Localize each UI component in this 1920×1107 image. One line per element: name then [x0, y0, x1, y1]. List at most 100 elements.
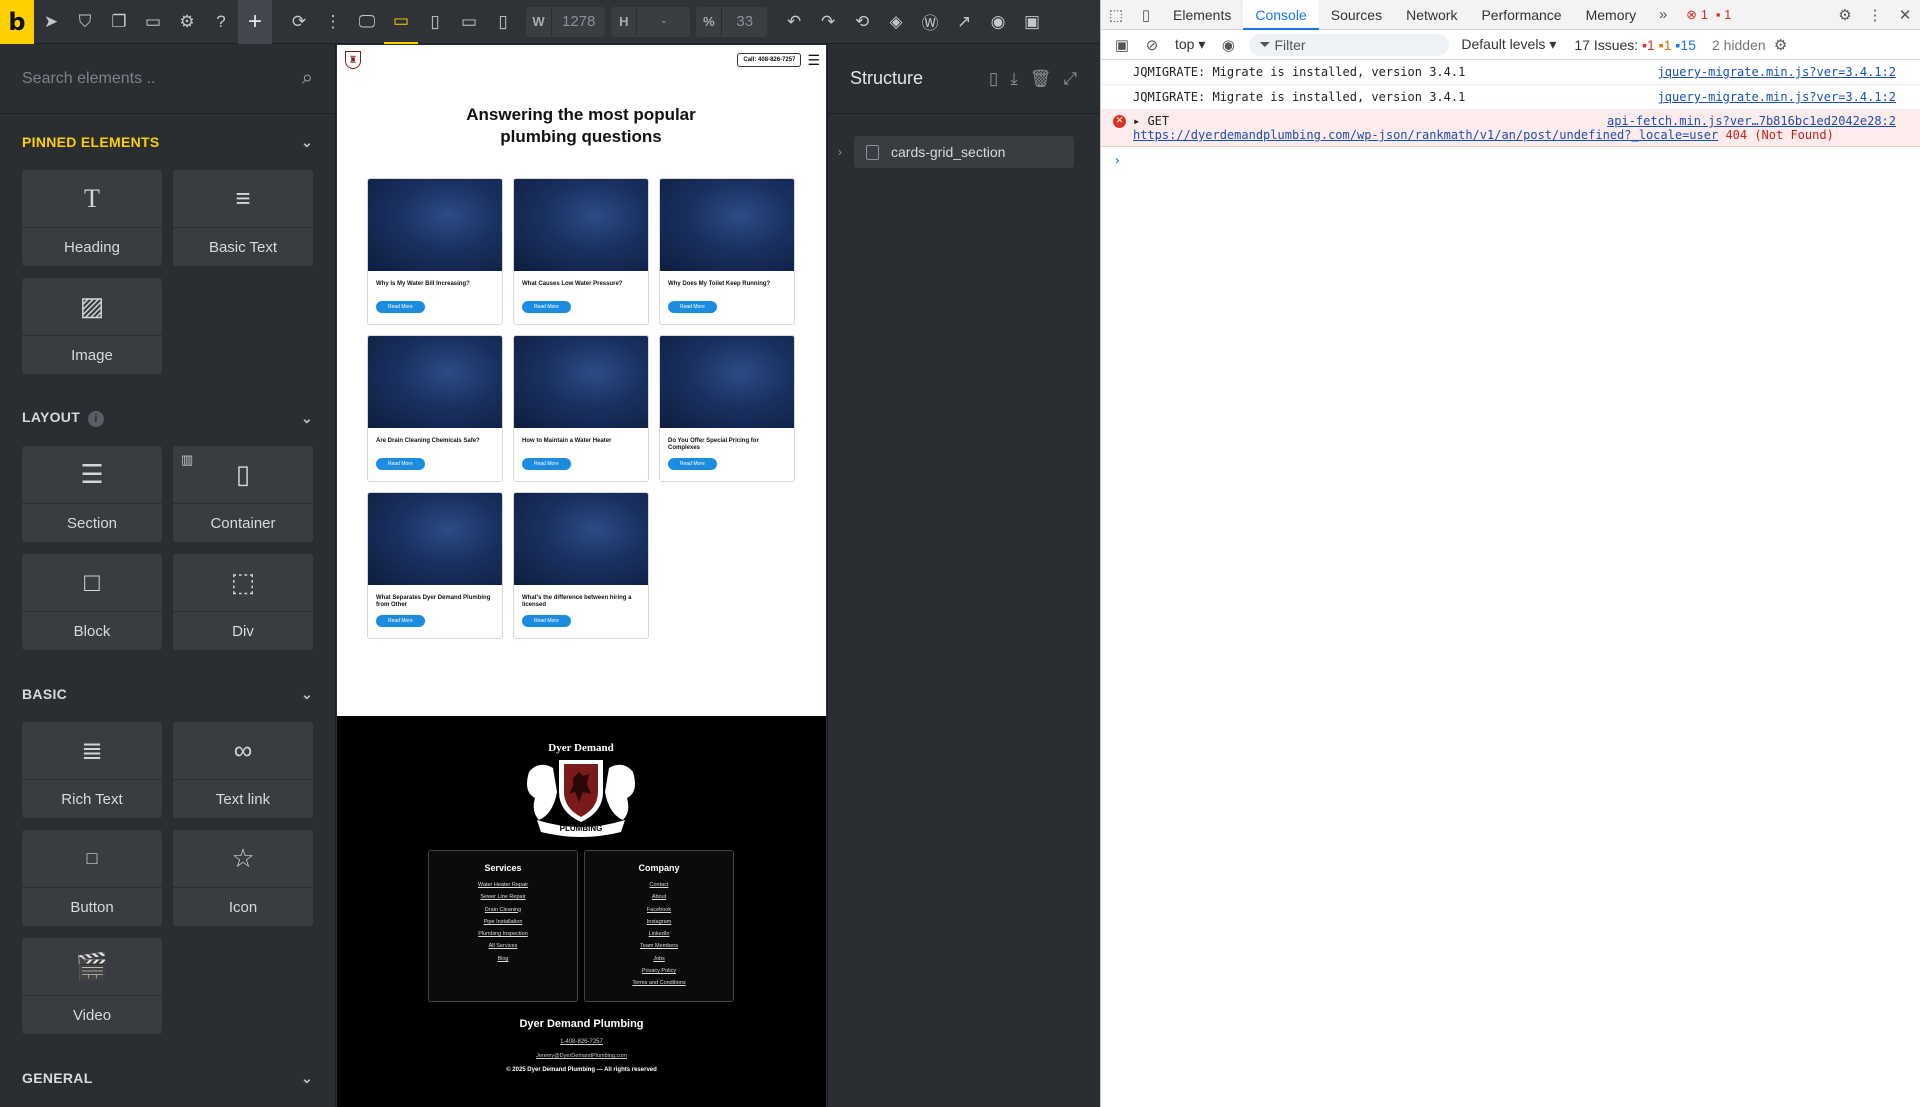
footer-link[interactable]: Contact: [585, 879, 733, 891]
footer-link[interactable]: Team Members: [585, 940, 733, 952]
log-levels-dropdown[interactable]: Default levels ▾: [1461, 36, 1556, 53]
category-pinned[interactable]: PINNED ELEMENTS ⌄: [0, 114, 335, 170]
log-source-link[interactable]: jquery-migrate.min.js?ver=3.4.1:2: [1658, 90, 1896, 104]
footer-link[interactable]: Jobs: [585, 953, 733, 965]
footer-link[interactable]: Drain Cleaning: [429, 904, 577, 916]
footer-phone-link[interactable]: 1-408-826-7257: [337, 1039, 826, 1045]
element-div[interactable]: ⬚ Div: [173, 554, 313, 650]
width-field[interactable]: W 1278: [526, 6, 606, 37]
site-logo-icon[interactable]: ♜: [345, 51, 361, 69]
element-block[interactable]: □ Block: [22, 554, 162, 650]
chevron-down-icon[interactable]: ⌄: [301, 134, 313, 151]
footer-email-link[interactable]: Jeremy@DyerDemandPlumbing.com: [337, 1053, 826, 1059]
element-container[interactable]: ▥ ▯ Container: [173, 446, 313, 542]
footer-link[interactable]: Pipe Installation: [429, 916, 577, 928]
chevron-down-icon[interactable]: ⌄: [301, 1070, 313, 1087]
footer-link[interactable]: About: [585, 891, 733, 903]
preview-canvas[interactable]: ♜ Call: 408-826-7257 ☰ Answering the mos…: [337, 45, 826, 1107]
zoom-field[interactable]: % 33: [696, 6, 768, 37]
read-more-button[interactable]: Read More: [522, 615, 571, 627]
error-source-link[interactable]: api-fetch.min.js?ver…7b816bc1ed2042e28:2: [1607, 114, 1896, 128]
read-more-button[interactable]: Read More: [668, 458, 717, 470]
expand-icon[interactable]: ⤢: [1063, 69, 1077, 89]
structure-row[interactable]: › cards-grid_section: [838, 136, 1099, 168]
height-value[interactable]: -: [637, 13, 690, 30]
tab-console[interactable]: Console: [1243, 0, 1319, 30]
console-settings-icon[interactable]: ⚙: [1766, 36, 1796, 54]
wordpress-icon[interactable]: Ⓦ: [913, 0, 947, 44]
chevron-down-icon[interactable]: ⌄: [301, 686, 313, 703]
history-icon[interactable]: ⟲: [845, 0, 879, 44]
element-heading[interactable]: T Heading: [22, 170, 162, 266]
error-count-badge[interactable]: ⊗ 1: [1686, 7, 1708, 23]
settings-icon[interactable]: ⚙: [170, 0, 204, 44]
tablet-landscape-icon[interactable]: ▯: [418, 0, 452, 44]
inspect-icon[interactable]: ⬚: [1101, 6, 1131, 24]
close-icon[interactable]: ✕: [1890, 6, 1920, 24]
external-link-icon[interactable]: ↗: [947, 0, 981, 44]
footer-link[interactable]: Sewer Line Repair: [429, 891, 577, 903]
search-icon[interactable]: ⌕: [302, 67, 313, 90]
filter-input[interactable]: ⏷ Filter: [1249, 33, 1450, 56]
faq-card[interactable]: What Separates Dyer Demand Plumbing from…: [367, 492, 503, 639]
element-basic-text[interactable]: ≡ Basic Text: [173, 170, 313, 266]
issues-counter[interactable]: 17 Issues: ▪1 ▪1 ▪15: [1574, 37, 1696, 53]
layers-icon[interactable]: ◈: [879, 0, 913, 44]
live-expression-eye-icon[interactable]: ◉: [1213, 36, 1243, 54]
call-button[interactable]: Call: 408-826-7257: [737, 53, 802, 67]
info-icon[interactable]: i: [88, 410, 105, 427]
footer-link[interactable]: Facebook: [585, 904, 733, 916]
device-toggle-icon[interactable]: ▯: [1131, 6, 1161, 24]
faq-card[interactable]: What's the difference between hiring a l…: [513, 492, 649, 639]
category-general[interactable]: GENERAL ⌄: [0, 1050, 335, 1106]
refresh-icon[interactable]: ⟳: [282, 0, 316, 44]
console-prompt[interactable]: ›: [1101, 147, 1920, 175]
footer-link[interactable]: LinkedIn: [585, 928, 733, 940]
desktop-icon[interactable]: 🖵: [350, 0, 384, 44]
category-basic[interactable]: BASIC ⌄: [0, 666, 335, 722]
search-input[interactable]: [22, 69, 302, 88]
cursor-icon[interactable]: ➤: [34, 0, 68, 44]
faq-card[interactable]: Do You Offer Special Pricing for Complex…: [659, 335, 795, 482]
menu-icon[interactable]: ☰: [807, 52, 820, 69]
log-source-link[interactable]: jquery-migrate.min.js?ver=3.4.1:2: [1658, 65, 1896, 79]
element-video[interactable]: 🎬 Video: [22, 938, 162, 1034]
read-more-button[interactable]: Read More: [522, 458, 571, 470]
undo-icon[interactable]: ↶: [777, 0, 811, 44]
clipboard-icon[interactable]: ▯: [989, 69, 998, 89]
faq-card[interactable]: Why Does My Toilet Keep Running? Read Mor…: [659, 178, 795, 325]
more-tabs-icon[interactable]: »: [1648, 6, 1678, 23]
read-more-button[interactable]: Read More: [522, 301, 571, 313]
kebab-menu-icon[interactable]: ⋮: [1860, 6, 1890, 24]
height-field[interactable]: H -: [611, 6, 691, 37]
tab-elements[interactable]: Elements: [1161, 0, 1243, 30]
element-image[interactable]: ▨ Image: [22, 278, 162, 374]
tab-sources[interactable]: Sources: [1319, 0, 1394, 30]
zoom-value[interactable]: 33: [722, 13, 767, 30]
error-url-link[interactable]: https://dyerdemandplumbing.com/wp-json/r…: [1133, 128, 1718, 142]
read-more-button[interactable]: Read More: [376, 458, 425, 470]
download-icon[interactable]: ⤓: [1010, 69, 1018, 89]
read-more-button[interactable]: Read More: [668, 301, 717, 313]
read-more-button[interactable]: Read More: [376, 615, 425, 627]
element-icon[interactable]: ☆ Icon: [173, 830, 313, 926]
faq-card[interactable]: Why Is My Water Bill Increasing? Read Mor…: [367, 178, 503, 325]
footer-link[interactable]: Water Heater Repair: [429, 879, 577, 891]
element-button[interactable]: □ Button: [22, 830, 162, 926]
tablet-icon[interactable]: ▭: [452, 0, 486, 44]
laptop-icon[interactable]: ▭: [384, 0, 418, 44]
clear-console-icon[interactable]: ⊘: [1137, 36, 1167, 54]
redo-icon[interactable]: ↷: [811, 0, 845, 44]
footer-link[interactable]: Instagram: [585, 916, 733, 928]
structure-item[interactable]: cards-grid_section: [854, 136, 1074, 168]
tab-network[interactable]: Network: [1394, 0, 1469, 30]
preview-icon[interactable]: ◉: [981, 0, 1015, 44]
width-value[interactable]: 1278: [552, 13, 605, 30]
footer-link[interactable]: Blog: [429, 953, 577, 965]
footer-link[interactable]: All Services: [429, 940, 577, 952]
category-layout[interactable]: LAYOUT i ⌄: [0, 390, 335, 446]
shield-icon[interactable]: ⛉: [68, 0, 102, 44]
more-icon[interactable]: ⋮: [316, 0, 350, 44]
element-text-link[interactable]: ∞ Text link: [173, 722, 313, 818]
faq-card[interactable]: How to Maintain a Water Heater Read More: [513, 335, 649, 482]
